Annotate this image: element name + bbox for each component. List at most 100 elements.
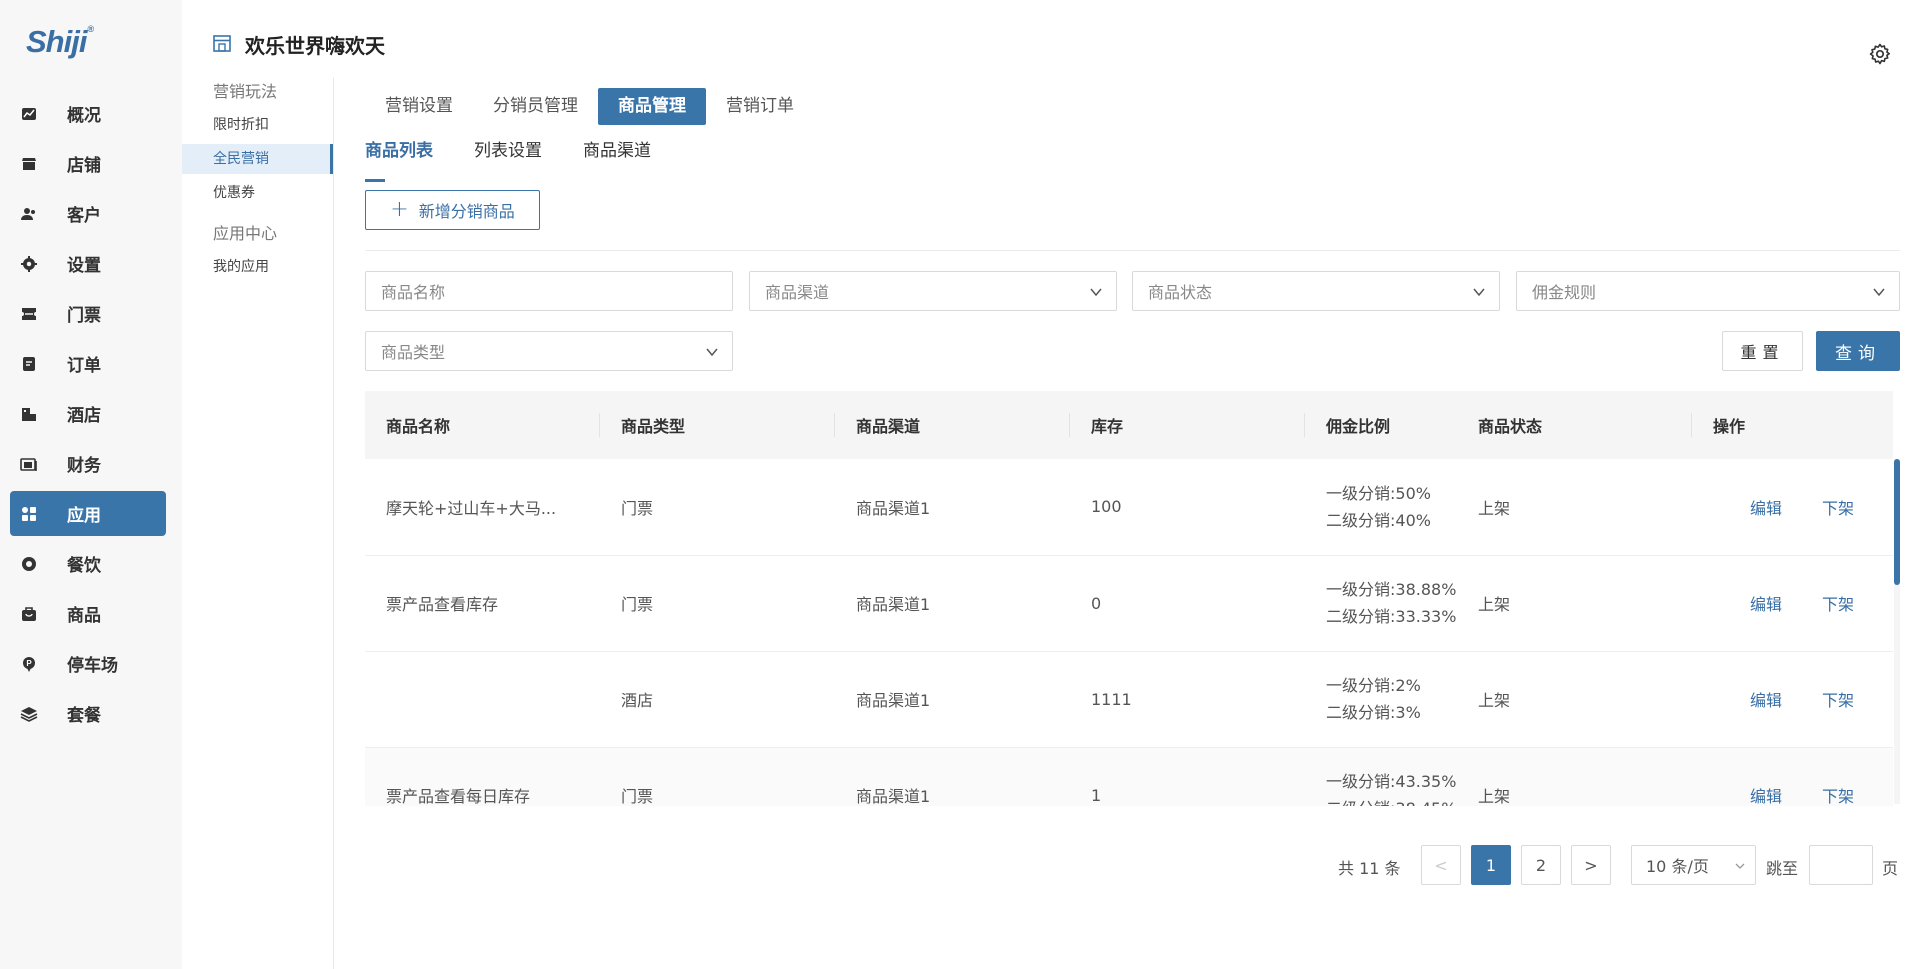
prev-page-button[interactable]: < xyxy=(1421,845,1461,885)
table-row: 摩天轮+过山车+大马... 门票 商品渠道1 100 一级分销:50% 二级分销:40% 上… xyxy=(365,459,1893,555)
top-tabs: 营销设置 分销员管理 商品管理 营销订单 xyxy=(365,88,1900,125)
cell-commission: 一级分销:43.35% 二级分销:38.45% xyxy=(1305,747,1457,806)
cell-name: 票产品查看每日库存 xyxy=(386,787,531,806)
nav-item-chart[interactable]: 概况 xyxy=(10,91,166,136)
nav-item-users[interactable]: 客户 xyxy=(10,191,166,236)
page-2-button[interactable]: 2 xyxy=(1521,845,1561,885)
tab-distributor-management[interactable]: 分销员管理 xyxy=(473,88,598,125)
cell-stock: 1 xyxy=(1091,785,1102,805)
cell-commission: 一级分销:50% 二级分销:40% xyxy=(1305,459,1457,555)
product-status-select[interactable]: 商品状态 xyxy=(1132,271,1500,311)
scrollbar-thumb[interactable] xyxy=(1894,459,1900,585)
nav-item-order[interactable]: 订单 xyxy=(10,341,166,386)
tab-marketing-orders[interactable]: 营销订单 xyxy=(706,88,814,125)
page-size-select[interactable]: 10 条/页 xyxy=(1631,845,1756,885)
take-down-link[interactable]: 下架 xyxy=(1822,499,1854,518)
cell-type: 门票 xyxy=(621,787,654,806)
cell-status: 上架 xyxy=(1478,595,1511,614)
cell-actions: 编辑 下架 xyxy=(1692,555,1893,651)
take-down-link[interactable]: 下架 xyxy=(1822,787,1854,806)
product-type-select[interactable]: 商品类型 xyxy=(365,331,733,371)
subnav-item-my-apps[interactable]: 我的应用 xyxy=(182,252,333,282)
cell-channel: 商品渠道1 xyxy=(856,787,931,806)
cell-actions: 编辑 下架 xyxy=(1692,747,1893,806)
product-channel-select[interactable]: 商品渠道 xyxy=(749,271,1117,311)
subnav-group-marketing: 营销玩法 xyxy=(213,82,278,101)
ticket-icon xyxy=(19,304,39,324)
column-header-actions: 操作 xyxy=(1713,417,1746,436)
cell-status: 上架 xyxy=(1478,787,1511,806)
add-distribution-product-button[interactable]: + 新增分销商品 xyxy=(365,190,540,230)
commission-rule-select[interactable]: 佣金规则 xyxy=(1516,271,1900,311)
page-1-button[interactable]: 1 xyxy=(1471,845,1511,885)
edit-link[interactable]: 编辑 xyxy=(1750,787,1782,806)
table-scrollbar[interactable] xyxy=(1894,459,1900,804)
table-header-row: 商品名称 商品类型 商品渠道 库存 佣金比例 商品状态 操作 xyxy=(365,391,1893,459)
edit-link[interactable]: 编辑 xyxy=(1750,499,1782,518)
cell-name xyxy=(365,651,600,747)
shiji-logo[interactable]: Shiji® xyxy=(26,24,94,60)
tab-product-management[interactable]: 商品管理 xyxy=(598,88,706,125)
reset-button[interactable]: 重置 xyxy=(1722,331,1803,371)
tab-marketing-settings[interactable]: 营销设置 xyxy=(365,88,473,125)
subnav-item-coupons[interactable]: 优惠券 xyxy=(182,178,333,208)
svg-text:P: P xyxy=(26,659,32,668)
commission-level-2: 二级分销:33.33% xyxy=(1326,607,1457,626)
cell-channel: 商品渠道1 xyxy=(856,691,931,710)
nav-item-label: 财务 xyxy=(67,456,101,476)
subtab-list-settings[interactable]: 列表设置 xyxy=(474,140,542,174)
cell-actions: 编辑 下架 xyxy=(1692,459,1893,555)
nav-item-apps[interactable]: 应用 xyxy=(10,491,166,536)
jump-page-input[interactable] xyxy=(1809,845,1873,885)
table-row: 票产品查看库存 门票 商品渠道1 0 一级分销:38.88% 二级分销:33.33% 上架 编… xyxy=(365,555,1893,651)
commission-level-1: 一级分销:50% xyxy=(1326,483,1431,503)
cell-actions: 编辑 下架 xyxy=(1692,651,1893,747)
nav-item-ticket[interactable]: 门票 xyxy=(10,291,166,336)
cell-status: 上架 xyxy=(1478,498,1511,518)
nav-item-bag[interactable]: 商品 xyxy=(10,591,166,636)
nav-item-parking[interactable]: P 停车场 xyxy=(10,641,166,686)
nav-item-label: 门票 xyxy=(67,306,101,326)
take-down-link[interactable]: 下架 xyxy=(1822,595,1854,614)
store-icon xyxy=(19,154,39,174)
cell-type: 门票 xyxy=(621,595,654,614)
edit-link[interactable]: 编辑 xyxy=(1750,691,1782,710)
query-button[interactable]: 查询 xyxy=(1816,331,1900,371)
commission-level-2: 二级分销:38.45% xyxy=(1326,795,1457,806)
subnav-item-all-marketing[interactable]: 全民营销 xyxy=(182,144,333,174)
pagination: 共 11 条 < 1 2 > 10 条/页 跳至 页 xyxy=(365,845,1900,885)
table-row: 票产品查看每日库存 门票 商品渠道1 1 一级分销:43.35% 二级分销:38.45% 上… xyxy=(365,747,1893,806)
parking-icon: P xyxy=(19,654,39,674)
page-label: 页 xyxy=(1882,859,1899,878)
divider xyxy=(365,250,1900,251)
column-header-stock: 库存 xyxy=(1070,391,1305,459)
product-table: 商品名称 商品类型 商品渠道 库存 佣金比例 商品状态 操作 摩天轮+过山车+大… xyxy=(365,391,1900,806)
product-name-input[interactable]: 商品名称 xyxy=(365,271,733,311)
chevron-down-icon xyxy=(1473,288,1485,297)
edit-link[interactable]: 编辑 xyxy=(1750,595,1782,614)
subtab-product-list[interactable]: 商品列表 xyxy=(365,140,433,182)
nav-item-hotel[interactable]: 酒店 xyxy=(10,391,166,436)
finance-icon xyxy=(19,454,39,474)
nav-item-layers[interactable]: 套餐 xyxy=(10,691,166,736)
nav-item-label: 概况 xyxy=(67,106,101,126)
subtab-product-channels[interactable]: 商品渠道 xyxy=(583,140,651,174)
commission-level-1: 一级分销:43.35% xyxy=(1326,772,1457,791)
settings-gear-icon[interactable] xyxy=(1868,42,1892,66)
chevron-down-icon xyxy=(1735,863,1745,869)
cell-stock: 0 xyxy=(1091,593,1102,613)
nav-item-dining[interactable]: 餐饮 xyxy=(10,541,166,586)
nav-item-finance[interactable]: 财务 xyxy=(10,441,166,486)
commission-level-2: 二级分销:40% xyxy=(1326,510,1431,530)
nav-item-label: 套餐 xyxy=(67,706,101,726)
sub-tabs: 商品列表 列表设置 商品渠道 xyxy=(365,140,1900,182)
nav-item-label: 停车场 xyxy=(67,656,118,676)
take-down-link[interactable]: 下架 xyxy=(1822,691,1854,710)
chevron-down-icon xyxy=(1873,288,1885,297)
next-page-button[interactable]: > xyxy=(1571,845,1611,885)
column-header-name: 商品名称 xyxy=(365,391,600,459)
nav-item-gear[interactable]: 设置 xyxy=(10,241,166,286)
subnav-item-flash-discount[interactable]: 限时折扣 xyxy=(182,110,333,140)
nav-item-label: 订单 xyxy=(67,356,101,376)
nav-item-store[interactable]: 店铺 xyxy=(10,141,166,186)
